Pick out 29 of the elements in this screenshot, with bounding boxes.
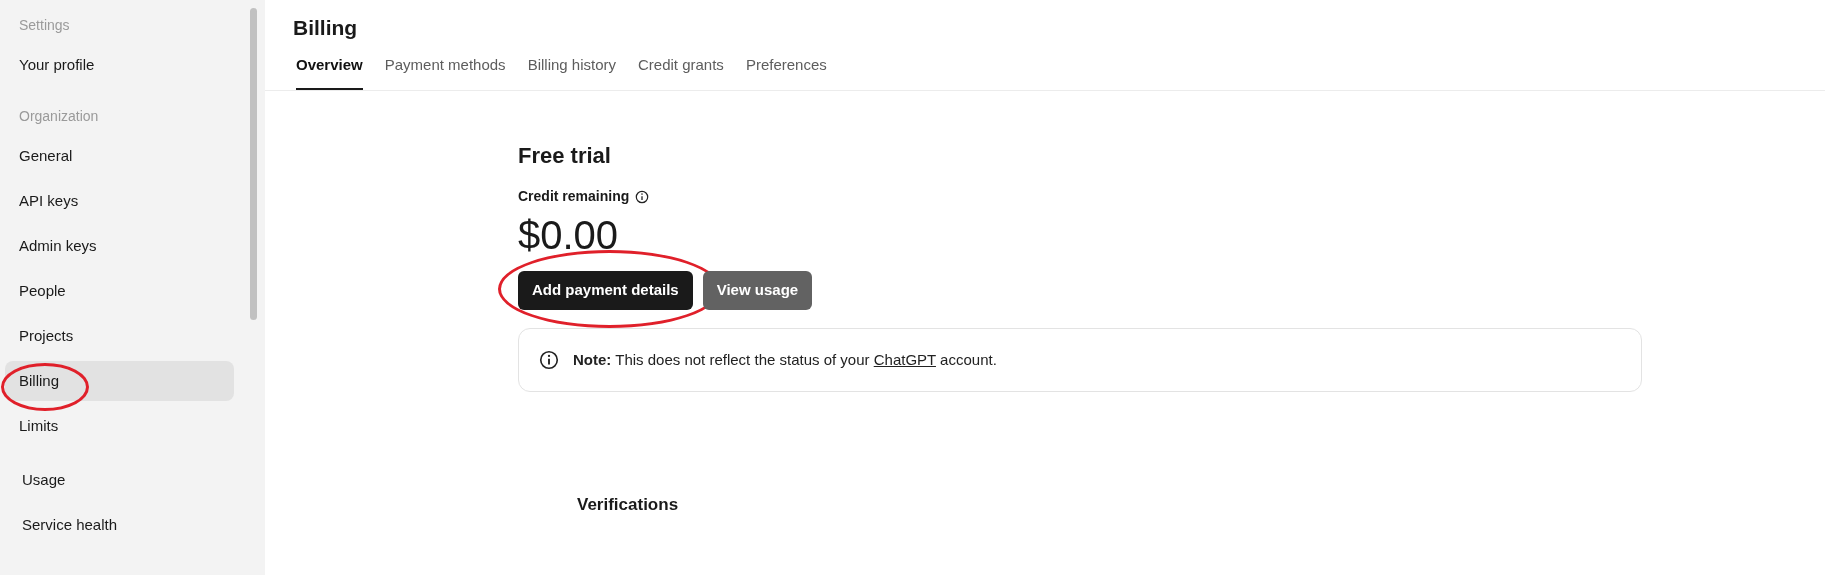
tab[interactable]: Preferences: [745, 47, 827, 90]
plan-title: Free trial: [518, 142, 612, 170]
sidebar-item[interactable]: General: [5, 136, 234, 176]
tab[interactable]: Billing history: [527, 47, 616, 90]
info-icon: [539, 350, 559, 370]
scrollbar-thumb[interactable]: [250, 8, 257, 320]
view-usage-button[interactable]: View usage: [702, 271, 813, 310]
sidebar-item[interactable]: Billing: [5, 361, 234, 401]
tab[interactable]: Overview: [296, 47, 363, 90]
add-payment-button[interactable]: Add payment details: [518, 271, 693, 310]
section-heading: Organization: [18, 106, 100, 126]
sidebar-item[interactable]: People: [5, 271, 234, 311]
section-heading: Verifications: [577, 494, 680, 516]
sidebar-item[interactable]: Limits: [5, 406, 234, 446]
credit-amount: $0.00: [518, 212, 620, 259]
tab[interactable]: Credit grants: [638, 47, 724, 90]
chatgpt-link[interactable]: ChatGPT: [873, 350, 936, 368]
credit-label: Credit remaining: [518, 187, 630, 206]
sidebar-item[interactable]: Usage: [8, 460, 234, 500]
tab[interactable]: Payment methods: [384, 47, 506, 90]
sidebar-item[interactable]: Service health: [8, 505, 234, 545]
page-title: Billing: [293, 15, 359, 41]
sidebar-item[interactable]: Your profile: [5, 45, 234, 85]
sidebar-item[interactable]: Projects: [5, 316, 234, 356]
info-icon[interactable]: [635, 189, 650, 204]
note-text: Note: This does not reflect the status of your ChatGPT account.: [573, 349, 997, 370]
sidebar-item[interactable]: API keys: [5, 181, 234, 221]
section-heading: Settings: [18, 15, 71, 35]
sidebar-item[interactable]: Admin keys: [5, 226, 234, 266]
